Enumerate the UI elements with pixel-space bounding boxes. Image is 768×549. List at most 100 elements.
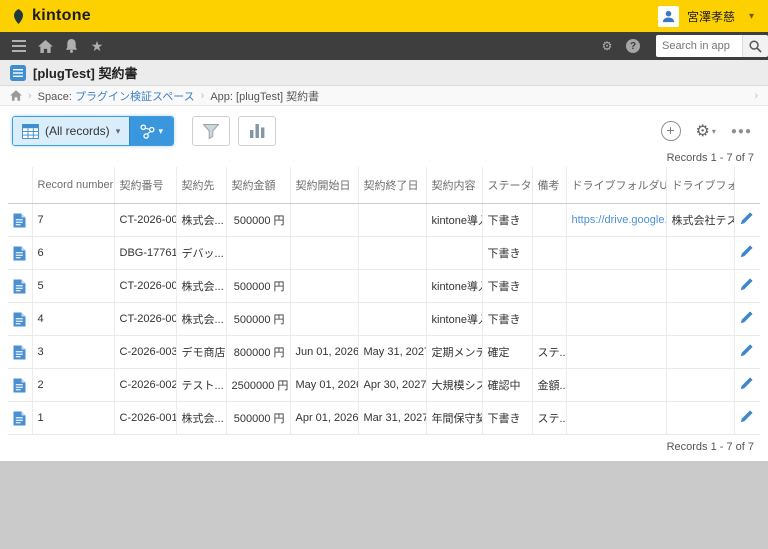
table-cell — [226, 236, 291, 270]
column-header[interactable]: 契約番号 — [114, 167, 177, 204]
app-title: [plugTest] 契約書 — [33, 66, 138, 81]
open-record-button[interactable] — [8, 401, 33, 435]
table-cell: May 31, 2027 — [358, 335, 427, 369]
table-cell — [290, 302, 359, 336]
record-file-icon — [13, 246, 26, 260]
record-table-header-row: Record number 契約番号 契約先 契約金額 契約開始日 契約終了日 契約内容 ステ… — [8, 167, 760, 204]
more-options-button[interactable]: ●●● — [731, 126, 752, 137]
search-input[interactable] — [656, 35, 742, 57]
breadcrumb-space[interactable]: Space: プラグイン検証スペース — [38, 88, 195, 104]
settings-chevron-icon: ▾ — [711, 126, 716, 136]
open-record-button[interactable] — [8, 236, 33, 270]
edit-pencil-icon — [740, 410, 753, 423]
edit-pencil-icon — [740, 377, 753, 390]
breadcrumb-app[interactable]: App: [plugTest] 契約書 — [210, 88, 319, 104]
user-name: 宮澤孝慈 — [686, 9, 735, 24]
view-selector[interactable]: (All records) ▾ — [13, 117, 130, 145]
breadcrumb-separator: › — [28, 89, 32, 102]
kintone-logo[interactable]: kintone — [10, 7, 91, 25]
add-record-button[interactable]: + — [660, 121, 681, 141]
edit-record-button[interactable] — [734, 203, 760, 237]
table-cell: 株式会... — [176, 269, 227, 303]
table-cell: DBG-17761... — [114, 236, 177, 270]
column-header[interactable]: Record number — [32, 167, 115, 204]
table-cell: 3 — [32, 335, 115, 369]
table-cell: 2500000 円 — [226, 368, 291, 402]
open-record-button[interactable] — [8, 203, 33, 237]
column-header[interactable]: ドライブフォルダ名 — [666, 167, 735, 204]
settings-gear-icon[interactable]: ⚙ — [594, 32, 620, 60]
kintone-logo-icon — [14, 8, 23, 24]
table-cell: Jun 01, 2026 — [290, 335, 359, 369]
table-row: 2 C-2026-002 テスト... 2500000 円 May 01, 2026 Ap… — [8, 368, 760, 402]
avatar — [657, 5, 679, 27]
table-cell: kintone導入... — [426, 302, 483, 336]
breadcrumb-home-icon[interactable] — [10, 90, 22, 101]
column-header[interactable]: 備考 — [532, 167, 567, 204]
breadcrumb-space-prefix: Space: — [37, 90, 75, 103]
edit-record-button[interactable] — [734, 302, 760, 336]
edit-record-button[interactable] — [734, 236, 760, 270]
table-cell: 500000 円 — [226, 269, 291, 303]
record-list-content: (All records) ▾ ▾ + ⚙▾ ●●● Records 1 - — [0, 106, 768, 461]
table-cell — [426, 236, 483, 270]
table-cell: 下書き — [482, 269, 533, 303]
table-cell: 下書き — [482, 203, 533, 237]
column-header-edit — [734, 167, 760, 204]
breadcrumb-space-link[interactable]: プラグイン検証スペース — [75, 91, 195, 103]
menu-icon[interactable] — [6, 32, 32, 60]
table-cell: 1 — [32, 401, 115, 435]
table-cell: CT-2026-001 — [114, 302, 177, 336]
record-file-icon — [13, 345, 26, 359]
record-file-icon — [13, 213, 26, 227]
edit-record-button[interactable] — [734, 335, 760, 369]
app-settings-button[interactable]: ⚙ ▾ — [696, 121, 716, 141]
table-row: 6DBG-17761...デバッ... 下書き — [8, 236, 760, 270]
table-row: 7CT-2026-001株式会...500000 円 kintone導入...下書… — [8, 203, 760, 237]
page: kintone 宮澤孝慈 ▾ ★ ⚙ ? Search in app [plug… — [0, 0, 768, 549]
user-menu[interactable]: 宮澤孝慈 ▾ — [652, 0, 760, 32]
table-row: 4CT-2026-001株式会...500000 円 kintone導入...下書… — [8, 302, 760, 336]
home-icon[interactable] — [32, 32, 58, 60]
table-cell: Apr 01, 2026 — [290, 401, 359, 435]
table-cell — [666, 335, 735, 369]
user-icon — [662, 10, 675, 22]
record-file-icon — [13, 279, 26, 293]
filter-button[interactable] — [192, 116, 231, 146]
open-record-button[interactable] — [8, 302, 33, 336]
graph-nodes-icon — [140, 123, 155, 139]
help-badge: ? — [626, 39, 640, 53]
drive-url-link[interactable]: https://drive.google.com/drive/f... — [566, 203, 667, 237]
table-cell — [566, 269, 667, 303]
column-header[interactable]: ステータス — [482, 167, 533, 204]
search-button[interactable] — [742, 35, 768, 57]
edit-record-button[interactable] — [734, 368, 760, 402]
table-cell: 株式会... — [176, 401, 227, 435]
table-cell — [532, 269, 567, 303]
app-search — [656, 32, 768, 60]
table-cell: CT-2026-001 — [114, 203, 177, 237]
chart-button[interactable] — [238, 116, 277, 146]
graph-view-button[interactable]: ▾ — [129, 117, 174, 145]
table-row: 1 C-2026-001 株式会... 500000 円 Apr 01, 2026 Mar… — [8, 401, 760, 435]
edit-record-button[interactable] — [734, 269, 760, 303]
open-record-button[interactable] — [8, 269, 33, 303]
help-icon[interactable]: ? — [620, 32, 646, 60]
table-cell: 株式会... — [176, 203, 227, 237]
notifications-bell-icon[interactable] — [58, 32, 84, 60]
column-header[interactable]: ドライブフォルダURL — [566, 167, 667, 204]
table-cell — [666, 368, 735, 402]
favorites-star-icon[interactable]: ★ — [84, 32, 110, 60]
breadcrumb-collapse-icon[interactable]: › — [754, 90, 758, 102]
column-header[interactable]: 契約終了日 — [358, 167, 427, 204]
open-record-button[interactable] — [8, 335, 33, 369]
record-file-icon — [13, 411, 26, 425]
table-cell — [566, 236, 667, 270]
gear-icon: ⚙ — [695, 123, 710, 140]
column-header[interactable]: 契約開始日 — [290, 167, 359, 204]
column-header[interactable]: 契約金額 — [226, 167, 291, 204]
column-header[interactable]: 契約内容 — [426, 167, 483, 204]
open-record-button[interactable] — [8, 368, 33, 402]
edit-record-button[interactable] — [734, 401, 760, 435]
column-header[interactable]: 契約先 — [176, 167, 227, 204]
